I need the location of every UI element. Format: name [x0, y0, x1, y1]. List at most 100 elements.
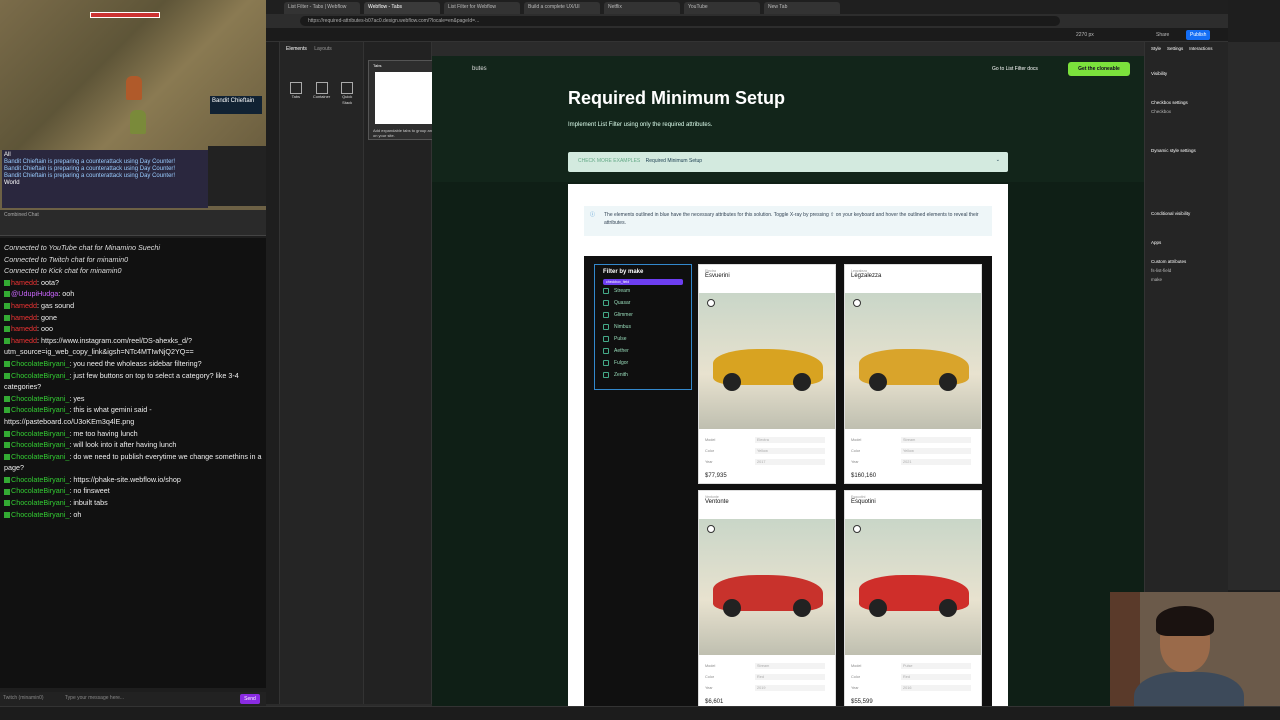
chat-message: hamedd: ooo — [4, 323, 262, 335]
element-quick-stack[interactable]: Quick Stack — [337, 82, 357, 106]
spec-label: Year — [705, 460, 713, 464]
checkbox-icon[interactable] — [603, 335, 609, 342]
filter-label: Glimmer — [614, 312, 633, 318]
breadcrumb: butes — [472, 66, 487, 72]
car-wheel — [723, 599, 741, 617]
checkbox-icon[interactable] — [603, 299, 609, 306]
platform-badge-icon — [4, 314, 10, 321]
filter-checkbox[interactable]: Stream — [595, 285, 691, 297]
all-tab: All — [4, 152, 11, 158]
filter-checkbox[interactable]: Zenith — [595, 369, 691, 381]
chat-username[interactable]: ChocolateBiryani_ — [11, 359, 69, 368]
examples-dropdown[interactable]: CHECK MORE EXAMPLES Required Minimum Set… — [568, 152, 1008, 172]
browser-tab[interactable]: List Filter for Webflow — [444, 2, 520, 14]
car-image — [699, 293, 835, 429]
attribute-value[interactable]: make — [1151, 275, 1222, 284]
attribute-name[interactable]: fs-list-field — [1151, 266, 1222, 275]
checkbox-icon[interactable] — [603, 287, 609, 294]
chat-username[interactable]: ChocolateBiryani_ — [11, 440, 69, 449]
webflow-canvas: butes Go to List Filter docs Get the clo… — [432, 56, 1144, 706]
chat-username[interactable]: hamedd — [11, 324, 37, 333]
favorite-icon[interactable] — [853, 525, 861, 533]
section-checkbox-settings[interactable]: Checkbox settings — [1151, 98, 1222, 107]
chat-username[interactable]: hamedd — [11, 301, 37, 310]
element-container[interactable]: Container — [312, 82, 332, 106]
browser-tab[interactable]: Webflow - Tabs — [364, 2, 440, 14]
product-card[interactable]: Ventonte Ventonte Model Stream Color Red Year 2… — [698, 490, 836, 706]
chat-message: ChocolateBiryani_: no finsweet — [4, 485, 262, 497]
chat-username[interactable]: hamedd — [11, 313, 37, 322]
chat-message: ChocolateBiryani_: just few buttons on t… — [4, 370, 262, 393]
card-name: Legzalezza — [851, 273, 882, 279]
spec-label: Model — [851, 664, 862, 668]
browser-tab[interactable]: Build a complete UX/UI — [524, 2, 600, 14]
product-card[interactable]: Legzaleza Legzalezza Model Stream Color Yello… — [844, 264, 982, 484]
chat-username[interactable]: ChocolateBiryani_ — [11, 486, 69, 495]
filter-checkbox[interactable]: Fulgor — [595, 357, 691, 369]
browser-tab[interactable]: Netflix — [604, 2, 680, 14]
chat-username[interactable]: ChocolateBiryani_ — [11, 498, 69, 507]
tab-elements[interactable]: Elements — [286, 46, 307, 52]
chat-username[interactable]: ChocolateBiryani_ — [11, 475, 69, 484]
browser-tab[interactable]: YouTube — [684, 2, 760, 14]
docs-link[interactable]: Go to List Filter docs — [992, 66, 1038, 72]
chat-username[interactable]: hamedd — [11, 336, 37, 345]
chat-username[interactable]: ChocolateBiryani_ — [11, 429, 69, 438]
streamer-hair — [1156, 606, 1214, 636]
chat-input[interactable]: Twitch (minamin0) Type your message here… — [0, 692, 266, 706]
chat-text: : will look into it after having lunch — [69, 440, 177, 450]
checkbox-icon[interactable] — [603, 371, 609, 378]
section-custom-attributes[interactable]: Custom attributes — [1151, 257, 1222, 266]
filter-checkbox[interactable]: Nimbus — [595, 321, 691, 333]
spec-value: 2016 — [901, 685, 971, 691]
element-tabs[interactable]: Tabs — [286, 82, 306, 106]
chat-text: : ooh — [58, 289, 75, 299]
checkbox-icon[interactable] — [603, 359, 609, 366]
chat-text: : ooo — [36, 324, 53, 334]
platform-badge-icon — [4, 407, 10, 414]
tab-settings[interactable]: Settings — [1167, 46, 1183, 51]
card-maker: Electra — [705, 269, 716, 273]
log-line: Bandit Chieftain is preparing a countera… — [4, 173, 176, 179]
get-cloneable-button[interactable]: Get the cloneable — [1068, 62, 1130, 76]
filter-checkbox[interactable]: Aether — [595, 345, 691, 357]
section-dynamic-style[interactable]: Dynamic style settings — [1151, 146, 1222, 155]
chat-username[interactable]: ChocolateBiryani_ — [11, 394, 69, 403]
filter-checkbox[interactable]: Glimmer — [595, 309, 691, 321]
browser-tab[interactable]: New Tab — [764, 2, 840, 14]
filter-checkbox[interactable]: Quasar — [595, 297, 691, 309]
section-conditional-visibility[interactable]: Conditional visibility — [1151, 209, 1222, 218]
address-bar[interactable]: https://required-attributes-b07ac0.desig… — [300, 16, 1060, 26]
chat-username[interactable]: ChocolateBiryani_ — [11, 452, 69, 461]
chat-username[interactable]: ChocolateBiryani_ — [11, 405, 69, 414]
checkbox-icon[interactable] — [603, 311, 609, 318]
section-apps[interactable]: Apps — [1151, 238, 1222, 247]
tab-layouts[interactable]: Layouts — [314, 46, 332, 52]
favorite-icon[interactable] — [707, 525, 715, 533]
favorite-icon[interactable] — [853, 299, 861, 307]
filter-checkbox[interactable]: Pulse — [595, 333, 691, 345]
chat-toolbar: Combined Chat — [0, 210, 266, 236]
send-button[interactable]: Send — [240, 694, 260, 704]
spec-value: 2017 — [755, 459, 825, 465]
browser-tab[interactable]: List Filter - Tabs | Webflow — [284, 2, 360, 14]
share-button[interactable]: Share — [1156, 32, 1169, 38]
publish-button[interactable]: Publish — [1186, 30, 1211, 40]
chat-text: : inbuilt tabs — [69, 498, 108, 508]
spec-value: Yellow — [901, 448, 971, 454]
chat-message: ChocolateBiryani_: will look into it aft… — [4, 439, 262, 451]
chat-username[interactable]: ChocolateBiryani_ — [11, 371, 69, 380]
platform-badge-icon — [4, 395, 10, 402]
tab-style[interactable]: Style — [1151, 46, 1161, 51]
tab-interactions[interactable]: Interactions — [1189, 46, 1212, 51]
section-visibility[interactable]: Visibility — [1151, 69, 1222, 78]
chat-username[interactable]: ChocolateBiryani_ — [11, 510, 69, 519]
favorite-icon[interactable] — [707, 299, 715, 307]
checkbox-icon[interactable] — [603, 323, 609, 330]
card-maker: Legzaleza — [851, 269, 867, 273]
product-card[interactable]: Electra Esvuerini Model Electra Color Yellow Y… — [698, 264, 836, 484]
chat-username[interactable]: hamedd — [11, 278, 37, 287]
chat-username[interactable]: @UdupiHudga — [11, 289, 58, 298]
checkbox-icon[interactable] — [603, 347, 609, 354]
product-card[interactable]: Esquotini Esquotini Model Pulse Color Red Year… — [844, 490, 982, 706]
